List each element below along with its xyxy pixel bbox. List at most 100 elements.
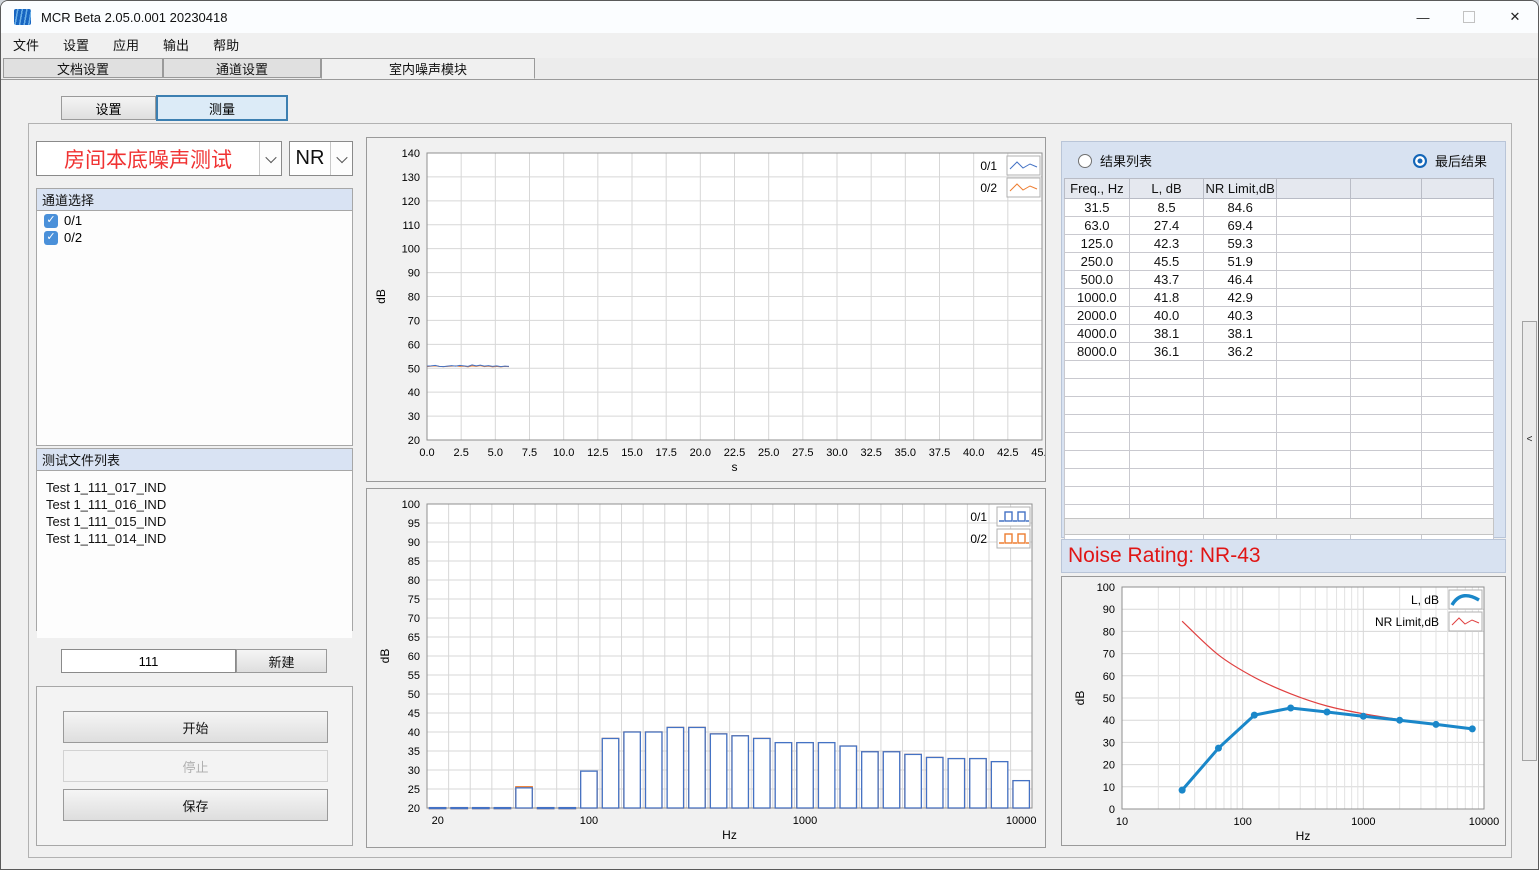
file-name-input[interactable]: 111: [61, 649, 236, 673]
table-row[interactable]: 8000.036.136.2: [1065, 343, 1494, 361]
table-row[interactable]: [1065, 397, 1494, 415]
table-row[interactable]: 2000.040.040.3: [1065, 307, 1494, 325]
menu-apply[interactable]: 应用: [101, 35, 151, 54]
channel-checkbox[interactable]: ✓: [44, 214, 58, 228]
table-cell: [1351, 451, 1421, 469]
table-horizontal-scrollbar[interactable]: [1064, 518, 1494, 535]
channel-checkbox[interactable]: ✓: [44, 231, 58, 245]
table-row[interactable]: [1065, 469, 1494, 487]
tab-channel-settings[interactable]: 通道设置: [163, 58, 321, 78]
svg-text:100: 100: [402, 499, 420, 511]
svg-text:0/2: 0/2: [980, 181, 997, 195]
table-cell: [1351, 253, 1421, 271]
table-cell: [1421, 199, 1493, 217]
svg-text:1000: 1000: [793, 815, 817, 827]
table-row[interactable]: [1065, 487, 1494, 505]
table-row[interactable]: [1065, 361, 1494, 379]
subtab-settings[interactable]: 设置: [61, 96, 156, 120]
table-row[interactable]: 125.042.359.3: [1065, 235, 1494, 253]
table-cell: [1204, 469, 1277, 487]
svg-text:130: 130: [402, 172, 420, 184]
result-list-radio[interactable]: [1078, 154, 1092, 168]
table-cell: [1421, 217, 1493, 235]
test-type-value: 房间本底噪声测试: [37, 142, 259, 175]
svg-text:30.0: 30.0: [826, 447, 847, 459]
table-cell: [1204, 379, 1277, 397]
table-row[interactable]: [1065, 433, 1494, 451]
side-panel-splitter[interactable]: <: [1522, 321, 1537, 761]
svg-text:40.0: 40.0: [963, 447, 984, 459]
table-cell: 8000.0: [1065, 343, 1130, 361]
table-row[interactable]: 63.027.469.4: [1065, 217, 1494, 235]
maximize-button[interactable]: [1446, 1, 1492, 33]
svg-text:30: 30: [1103, 737, 1115, 749]
tab-indoor-noise-module[interactable]: 室内噪声模块: [321, 58, 535, 79]
table-cell: [1351, 343, 1421, 361]
test-file-item[interactable]: Test 1_111_017_IND: [37, 479, 352, 496]
table-cell: 69.4: [1204, 217, 1277, 235]
menu-file[interactable]: 文件: [1, 35, 51, 54]
table-cell: [1129, 451, 1204, 469]
table-cell: [1065, 469, 1130, 487]
table-cell: [1129, 397, 1204, 415]
menu-settings[interactable]: 设置: [51, 35, 101, 54]
last-result-radio-row[interactable]: 最后结果: [1413, 151, 1487, 170]
menu-bar: 文件 设置 应用 输出 帮助: [1, 33, 1538, 56]
table-cell: 27.4: [1129, 217, 1204, 235]
table-cell: [1351, 289, 1421, 307]
window-title: MCR Beta 2.05.0.001 20230418: [41, 10, 227, 25]
table-cell: [1065, 415, 1130, 433]
table-row[interactable]: [1065, 415, 1494, 433]
svg-text:100: 100: [580, 815, 598, 827]
svg-text:15.0: 15.0: [621, 447, 642, 459]
tab-strip: 文档设置 通道设置 室内噪声模块: [1, 58, 1538, 80]
rating-dropdown-arrow[interactable]: [330, 142, 352, 175]
save-button[interactable]: 保存: [63, 789, 328, 821]
new-button[interactable]: 新建: [236, 649, 327, 673]
test-type-combobox[interactable]: 房间本底噪声测试: [36, 141, 282, 176]
table-cell: [1351, 217, 1421, 235]
svg-text:32.5: 32.5: [860, 447, 881, 459]
table-cell: [1421, 235, 1493, 253]
stop-button[interactable]: 停止: [63, 750, 328, 782]
svg-text:0.0: 0.0: [419, 447, 434, 459]
svg-text:85: 85: [408, 556, 420, 568]
svg-text:42.5: 42.5: [997, 447, 1018, 459]
tab-document-settings[interactable]: 文档设置: [3, 58, 163, 78]
channel-selection-header: 通道选择: [37, 189, 352, 211]
table-header-cell: NR Limit,dB: [1204, 179, 1277, 199]
table-row[interactable]: [1065, 379, 1494, 397]
test-file-list: Test 1_111_017_INDTest 1_111_016_INDTest…: [37, 471, 352, 638]
table-row[interactable]: [1065, 451, 1494, 469]
close-button[interactable]: ✕: [1492, 1, 1538, 33]
start-button[interactable]: 开始: [63, 711, 328, 743]
channel-item[interactable]: ✓0/1: [37, 211, 352, 228]
results-table[interactable]: Freq., HzL, dBNR Limit,dB31.58.584.663.0…: [1064, 178, 1494, 559]
result-list-radio-row[interactable]: 结果列表: [1078, 151, 1152, 170]
channel-item[interactable]: ✓ 0/2: [37, 228, 352, 245]
app-window: MCR Beta 2.05.0.001 20230418 — ✕ 文件 设置 应…: [0, 0, 1539, 870]
svg-text:60: 60: [408, 339, 420, 351]
test-file-item[interactable]: Test 1_111_016_IND: [37, 496, 352, 513]
table-row[interactable]: 500.043.746.4: [1065, 271, 1494, 289]
test-file-item[interactable]: Test 1_111_014_IND: [37, 530, 352, 547]
minimize-button[interactable]: —: [1400, 1, 1446, 33]
menu-help[interactable]: 帮助: [201, 35, 251, 54]
rating-combobox[interactable]: NR: [289, 141, 353, 176]
table-cell: [1277, 325, 1351, 343]
table-row[interactable]: 1000.041.842.9: [1065, 289, 1494, 307]
table-cell: [1351, 415, 1421, 433]
table-row[interactable]: 4000.038.138.1: [1065, 325, 1494, 343]
test-type-dropdown-arrow[interactable]: [259, 142, 281, 175]
svg-text:65: 65: [408, 632, 420, 644]
svg-text:90: 90: [408, 268, 420, 280]
channel-label: 0/2: [64, 230, 82, 245]
table-row[interactable]: 31.58.584.6: [1065, 199, 1494, 217]
table-cell: [1065, 361, 1130, 379]
table-row[interactable]: 250.045.551.9: [1065, 253, 1494, 271]
table-cell: [1277, 451, 1351, 469]
menu-output[interactable]: 输出: [151, 35, 201, 54]
last-result-radio[interactable]: [1413, 154, 1427, 168]
subtab-measure[interactable]: 测量: [156, 95, 288, 121]
test-file-item[interactable]: Test 1_111_015_IND: [37, 513, 352, 530]
